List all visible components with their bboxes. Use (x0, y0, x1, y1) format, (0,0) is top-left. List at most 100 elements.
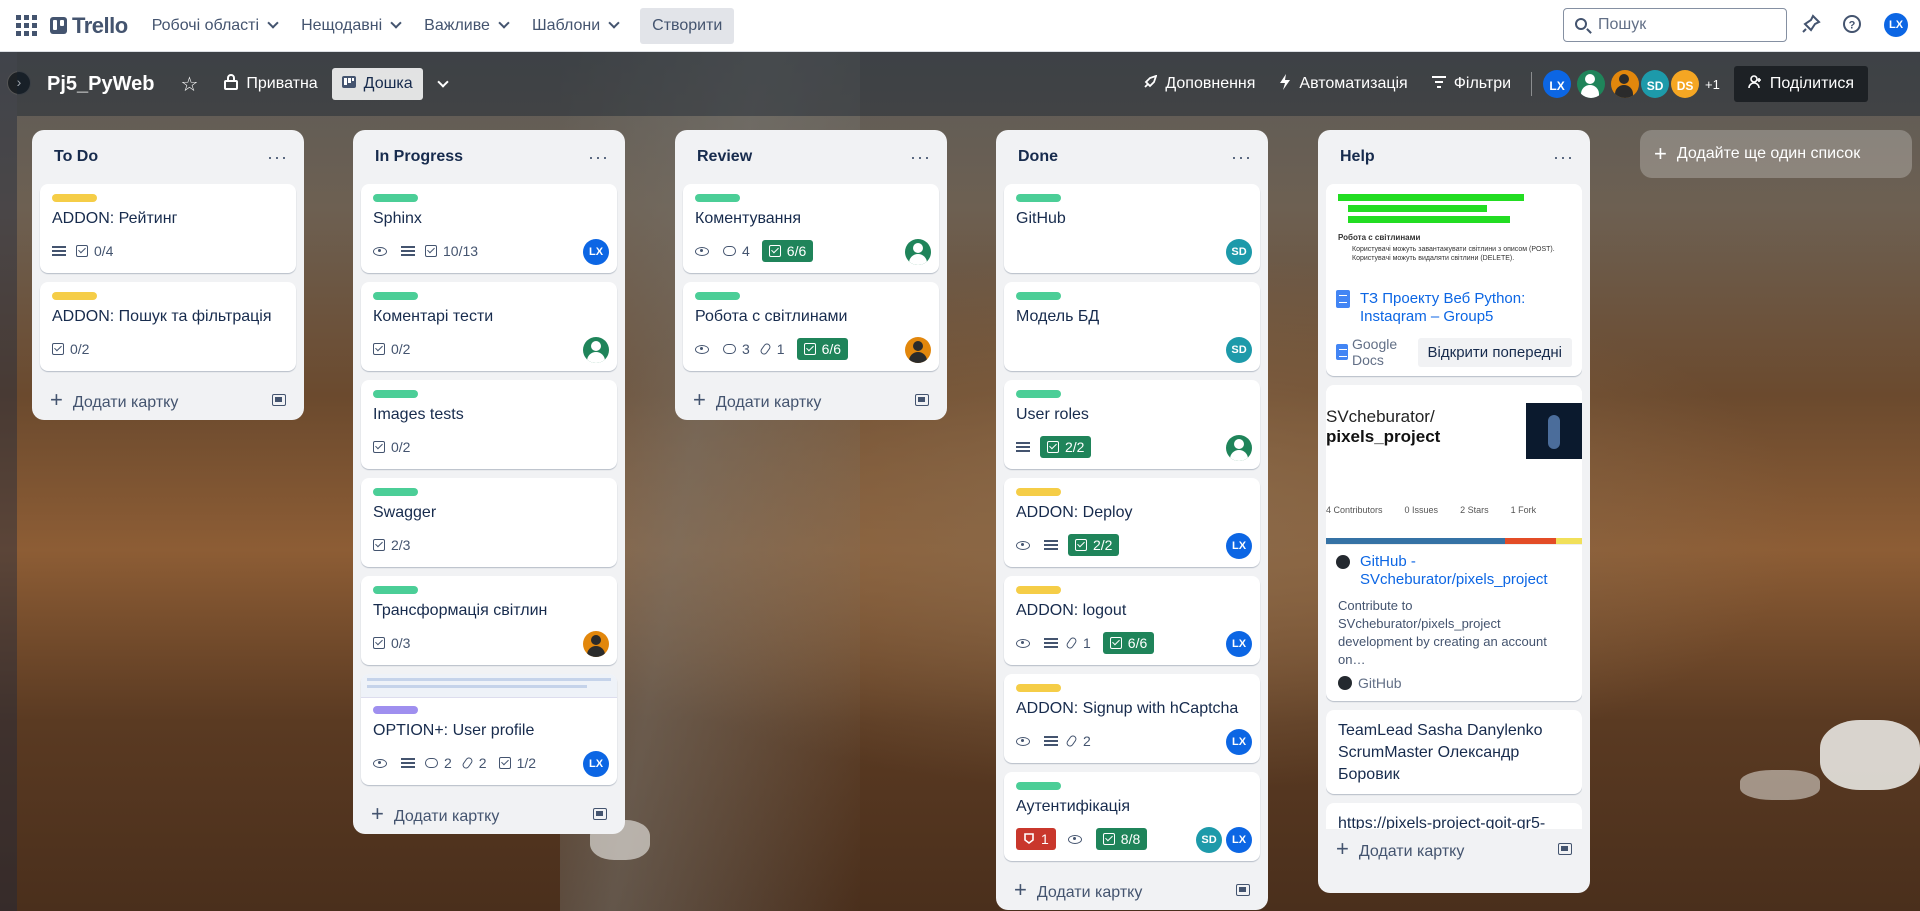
card[interactable]: Коментування 4 6/6 (683, 184, 939, 273)
add-card-button[interactable]: + Додати картку (361, 794, 617, 834)
card[interactable]: https://pixels-project-goit-gr5-lexxai.k… (1326, 803, 1582, 829)
more-icon[interactable]: ··· (588, 148, 609, 166)
card[interactable]: ADDON: Signup with hCaptcha 2 LX (1004, 674, 1260, 763)
member-avatar[interactable]: SD (1196, 827, 1222, 853)
member-avatar[interactable]: LX (1226, 631, 1252, 657)
add-list-button[interactable]: + Додайте ще один список (1640, 130, 1912, 178)
svg-text:?: ? (1849, 20, 1856, 32)
create-button[interactable]: Створити (640, 7, 735, 44)
add-card-button[interactable]: + Додати картку (40, 380, 296, 420)
list-title[interactable]: Help (1340, 148, 1375, 166)
views-dropdown[interactable] (427, 68, 457, 100)
member-avatar[interactable] (1611, 70, 1640, 98)
card[interactable]: Робота с світлинами 3 1 6/6 (683, 282, 939, 371)
card[interactable]: Коментарі тести 0/2 (361, 282, 617, 371)
card[interactable]: ADDON: Пошук та фільтрація 0/2 (40, 282, 296, 371)
list-title[interactable]: In Progress (375, 148, 463, 166)
nav-workspaces[interactable]: Робочі області (142, 10, 287, 42)
share-button[interactable]: Поділитися (1733, 66, 1868, 102)
github-link[interactable]: GitHub - SVcheburator/pixels_project (1326, 545, 1582, 593)
add-card-button[interactable]: + Додати картку (683, 380, 939, 420)
card-badges: 2 (1016, 727, 1248, 755)
more-icon[interactable]: ··· (1231, 148, 1252, 166)
member-avatar[interactable]: LX (1226, 827, 1252, 853)
card[interactable]: TeamLead Sasha Danylenko ScrumMaster Оле… (1326, 710, 1582, 794)
visibility-button[interactable]: Приватна (214, 68, 327, 100)
member-avatar[interactable]: LX (583, 751, 609, 777)
nav-templates[interactable]: Шаблони (522, 10, 628, 42)
comments-badge: 3 (723, 341, 750, 357)
member-avatar[interactable] (905, 239, 931, 265)
notifications-icon[interactable] (1799, 14, 1823, 38)
more-icon[interactable]: ··· (267, 148, 288, 166)
board-view-button[interactable]: Дошка (331, 68, 423, 100)
template-icon[interactable] (593, 808, 607, 820)
member-avatar[interactable] (905, 337, 931, 363)
card[interactable]: Аутентифікація 1 8/8 SD LX (1004, 772, 1260, 861)
member-avatar[interactable]: DS (1671, 70, 1700, 98)
member-avatar[interactable]: SD (1226, 337, 1252, 363)
card[interactable]: Sphinx 10/13 LX (361, 184, 617, 273)
card-google-doc[interactable]: Робота с світлинами Користувачі можуть з… (1326, 184, 1582, 376)
doc-source: Google Docs (1352, 336, 1398, 368)
member-avatar[interactable] (1226, 435, 1252, 461)
nav-starred[interactable]: Важливе (414, 10, 518, 42)
member-avatar[interactable]: LX (1226, 729, 1252, 755)
search-input[interactable]: Пошук (1563, 8, 1787, 42)
attachments-count: 1 (776, 341, 785, 357)
star-icon[interactable]: ☆ (180, 72, 198, 97)
user-avatar[interactable]: LX (1884, 13, 1908, 37)
card[interactable]: User roles 2/2 (1004, 380, 1260, 469)
template-icon[interactable] (272, 394, 286, 406)
powerups-button[interactable]: Доповнення (1133, 68, 1265, 100)
card[interactable]: Трансформація світлин 0/3 (361, 576, 617, 665)
checklist-count: 2/2 (1093, 537, 1113, 553)
github-link-text[interactable]: GitHub - SVcheburator/pixels_project (1360, 553, 1572, 589)
comments-badge: 4 (723, 243, 750, 259)
card[interactable]: ADDON: Рейтинг 0/4 (40, 184, 296, 273)
nav-recent[interactable]: Нещодавні (291, 10, 410, 42)
open-preview-button[interactable]: Відкрити попереднi (1417, 337, 1572, 367)
list-title[interactable]: To Do (54, 148, 98, 166)
card[interactable]: OPTION+: User profile 2 2 1/2 LX (361, 674, 617, 785)
app-switcher-icon[interactable] (12, 12, 40, 40)
template-icon[interactable] (1558, 843, 1572, 855)
member-avatar[interactable] (1577, 70, 1606, 98)
list-title[interactable]: Review (697, 148, 752, 166)
list-cards-scroll[interactable]: Робота с світлинами Користувачі можуть з… (1326, 184, 1582, 829)
doc-link[interactable]: ТЗ Проекту Веб Python: Instaqram – Group… (1326, 284, 1582, 332)
card[interactable]: GitHub SD (1004, 184, 1260, 273)
member-avatar[interactable]: SD (1226, 239, 1252, 265)
doc-link-text[interactable]: ТЗ Проекту Веб Python: Instaqram – Group… (1360, 290, 1572, 326)
card[interactable]: Images tests 0/2 (361, 380, 617, 469)
member-avatar[interactable] (583, 631, 609, 657)
add-card-button[interactable]: + Додати картку (1326, 829, 1582, 869)
board-title[interactable]: Pj5_PyWeb (47, 73, 154, 96)
automation-button[interactable]: Автоматизація (1269, 68, 1417, 100)
card[interactable]: Swagger 2/3 (361, 478, 617, 567)
template-icon[interactable] (1236, 884, 1250, 896)
member-avatar[interactable]: LX (1226, 533, 1252, 559)
member-avatar[interactable] (583, 337, 609, 363)
language-bar (1326, 538, 1582, 544)
card[interactable]: Модель БД SD (1004, 282, 1260, 371)
help-icon[interactable]: ? (1840, 14, 1864, 38)
member-avatar[interactable]: LX (583, 239, 609, 265)
template-icon[interactable] (915, 394, 929, 406)
more-members-count[interactable]: +1 (1705, 77, 1720, 92)
member-avatar[interactable]: LX (1543, 70, 1572, 98)
add-card-button[interactable]: + Додати картку (1004, 870, 1260, 910)
card-title: Аутентифікація (1016, 798, 1130, 815)
checklist-badge: 0/4 (76, 243, 113, 259)
card-github-link[interactable]: SVcheburator/ pixels_project 4 Contribut… (1326, 385, 1582, 701)
member-avatar[interactable]: SD (1641, 70, 1670, 98)
card[interactable]: ADDON: Deploy 2/2 LX (1004, 478, 1260, 567)
trello-logo[interactable]: Trello (50, 13, 128, 39)
list-title[interactable]: Done (1018, 148, 1058, 166)
checklist-badge: 10/13 (425, 243, 478, 259)
filters-button[interactable]: Фільтри (1422, 68, 1521, 100)
card-label (1016, 292, 1061, 300)
more-icon[interactable]: ··· (1553, 148, 1574, 166)
card[interactable]: ADDON: logout 1 6/6 LX (1004, 576, 1260, 665)
more-icon[interactable]: ··· (910, 148, 931, 166)
